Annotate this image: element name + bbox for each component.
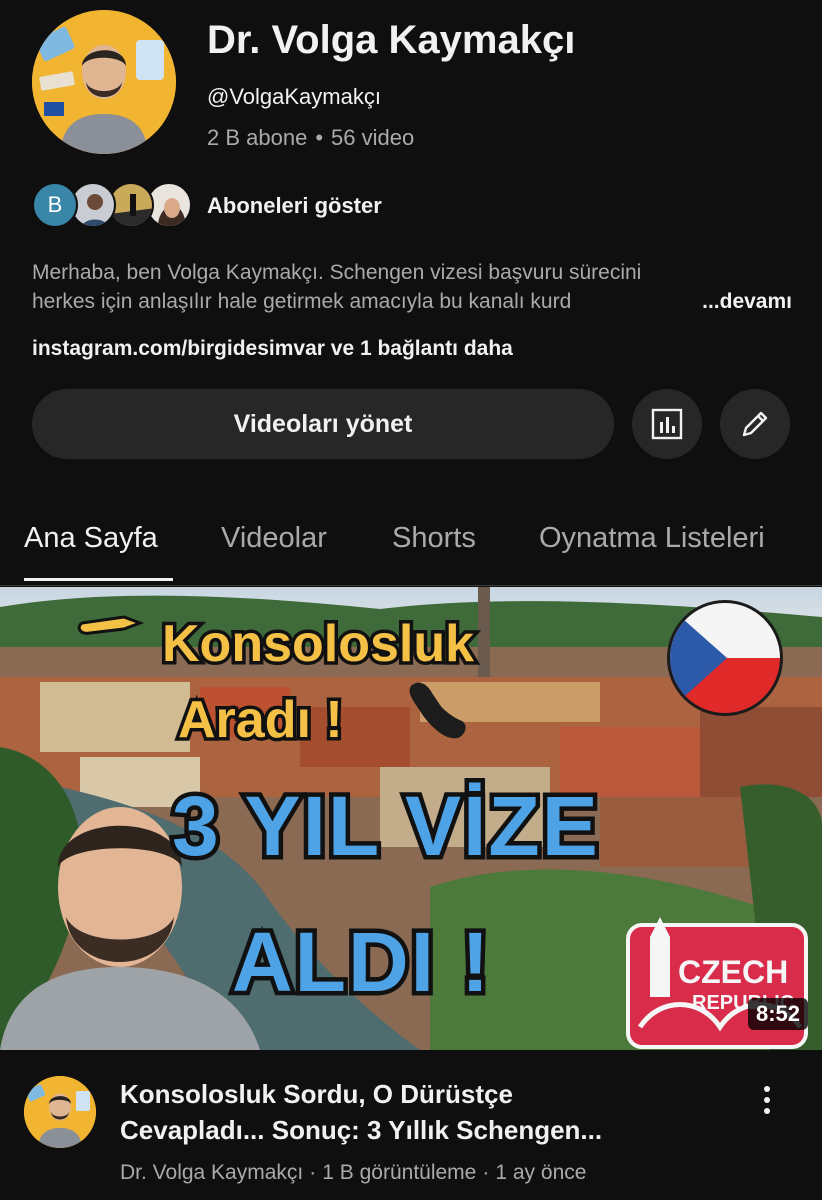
video-title-line: Konsolosluk Sordu, O Dürüstçe xyxy=(120,1079,513,1109)
video-views: 1 B görüntüleme xyxy=(322,1161,477,1184)
channel-name: Dr. Volga Kaymakçı xyxy=(207,18,576,62)
active-tab-indicator xyxy=(24,578,173,581)
thumbnail-headline-4: ALDI ! xyxy=(232,915,491,1009)
tab-playlists[interactable]: Oynatma Listeleri xyxy=(539,522,765,555)
avatar-portrait-icon xyxy=(32,10,176,154)
vertical-dots-icon[interactable] xyxy=(752,1080,782,1120)
bar-chart-icon xyxy=(651,408,683,440)
video-title[interactable]: Konsolosluk Sordu, O Dürüstçe Cevapladı.… xyxy=(120,1076,740,1148)
thumbnail-headline-2: Aradı ! xyxy=(178,691,343,749)
channel-handle: @VolgaKaymakçı xyxy=(207,84,381,109)
meta-separator: · xyxy=(482,1161,490,1184)
subscribers-row[interactable]: B Aboneleri göster xyxy=(32,180,512,230)
subscriber-photo-icon xyxy=(81,194,109,226)
edit-channel-button[interactable] xyxy=(720,389,790,459)
video-channel-avatar[interactable] xyxy=(24,1076,96,1148)
description-line: herkes için anlaşılır hale getirmek amac… xyxy=(32,290,572,313)
video-thumbnail[interactable]: Konsolosluk Aradı ! 3 YIL VİZE ALDI ! CZ… xyxy=(0,587,822,1050)
channel-description[interactable]: Merhaba, ben Volga Kaymakçı. Schengen vi… xyxy=(32,258,792,316)
tab-videos[interactable]: Videolar xyxy=(221,522,327,555)
video-metadata: Dr. Volga Kaymakçı · 1 B görüntüleme · 1 ay … xyxy=(120,1161,586,1185)
tab-shorts[interactable]: Shorts xyxy=(392,522,476,555)
channel-links[interactable]: instagram.com/birgidesimvar ve 1 bağlant… xyxy=(32,337,513,361)
channel-stats: 2 B abone • 56 video xyxy=(207,125,414,151)
more-link[interactable]: ...devamı xyxy=(662,287,792,316)
video-title-line: Cevapladı... Sonuç: 3 Yıllık Schengen... xyxy=(120,1115,603,1145)
avatar-portrait-icon xyxy=(24,1076,96,1148)
stats-separator: • xyxy=(315,125,324,150)
thumbnail-badge-line-1: CZECH xyxy=(678,954,788,990)
show-subscribers-link[interactable]: Aboneleri göster xyxy=(207,193,382,219)
subscriber-photo-icon xyxy=(158,198,186,226)
channel-tabs: Ana Sayfa Videolar Shorts Oynatma Listel… xyxy=(0,508,822,586)
meta-separator: · xyxy=(309,1161,317,1184)
video-age: 1 ay önce xyxy=(495,1161,587,1184)
description-line: Merhaba, ben Volga Kaymakçı. Schengen vi… xyxy=(32,261,642,284)
subscriber-avatar: B xyxy=(32,182,78,228)
analytics-button[interactable] xyxy=(632,389,702,459)
manage-videos-button[interactable]: Videoları yönet xyxy=(32,389,614,459)
channel-avatar[interactable] xyxy=(32,10,176,154)
video-duration: 8:52 xyxy=(747,998,808,1030)
subscriber-photo-icon xyxy=(110,184,152,226)
tab-home[interactable]: Ana Sayfa xyxy=(24,522,158,555)
thumbnail-headline-1: Konsolosluk xyxy=(162,615,474,673)
pencil-icon xyxy=(742,411,768,437)
video-channel-name: Dr. Volga Kaymakçı xyxy=(120,1161,304,1184)
subscriber-count: 2 B abone xyxy=(207,125,308,150)
description-line-2: herkes için anlaşılır hale getirmek amac… xyxy=(32,287,792,316)
subscriber-initial: B xyxy=(47,192,63,217)
thumbnail-artwork: Konsolosluk Aradı ! 3 YIL VİZE ALDI ! CZ… xyxy=(0,587,822,1050)
video-count: 56 video xyxy=(331,125,415,150)
thumbnail-headline-3: 3 YIL VİZE xyxy=(172,779,600,873)
